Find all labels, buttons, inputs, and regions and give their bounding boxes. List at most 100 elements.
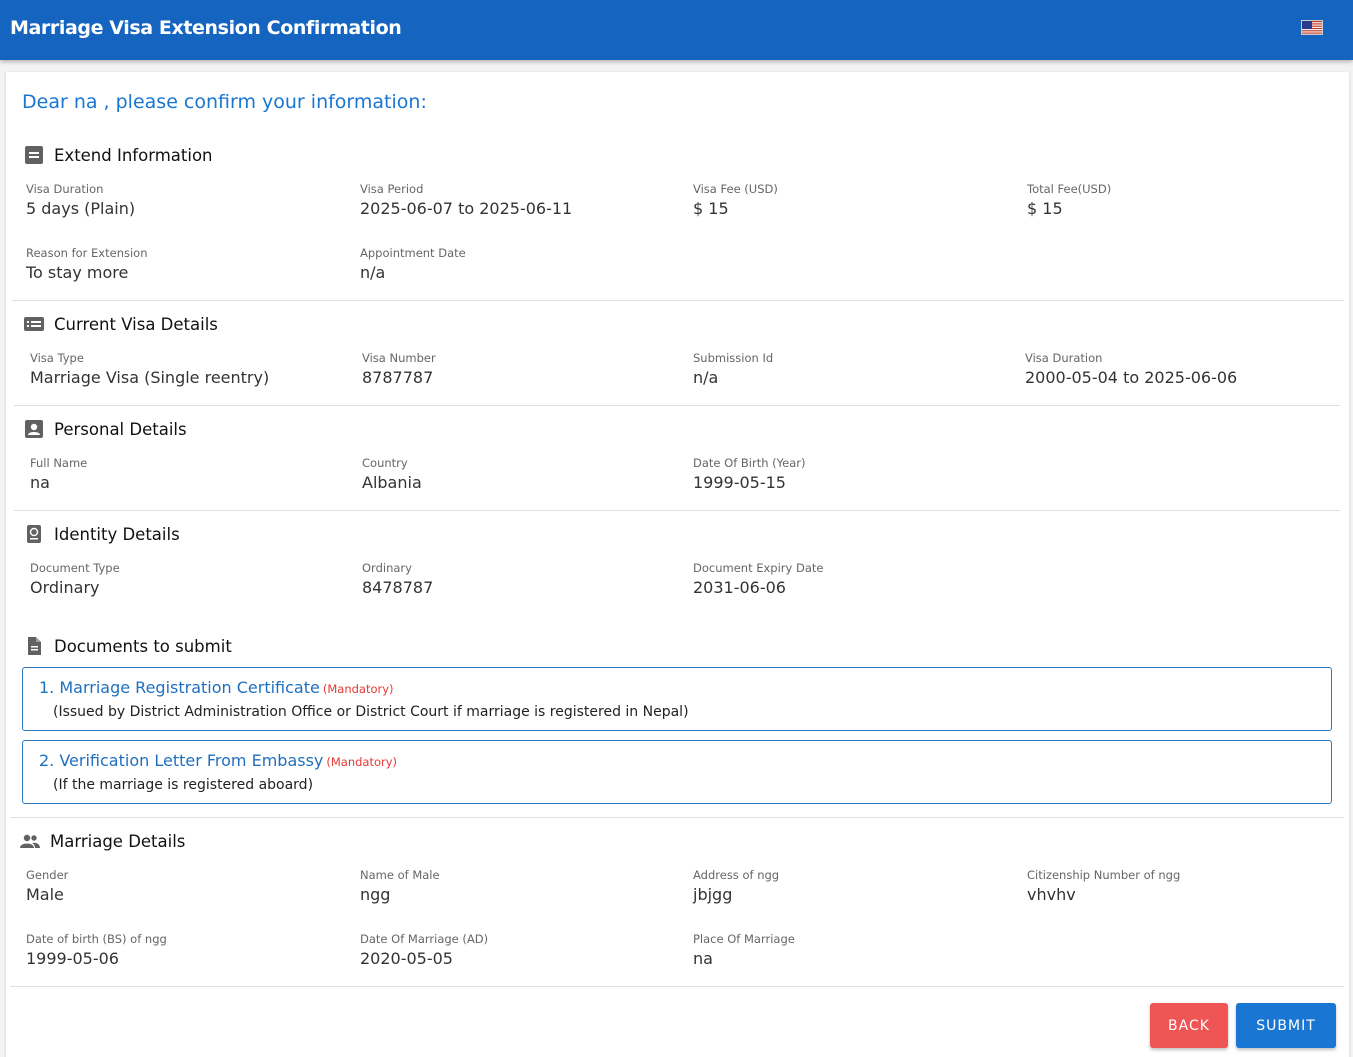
passport-icon xyxy=(24,524,44,544)
field-value: Albania xyxy=(362,473,422,492)
document-name: 1. Marriage Registration Certificate xyxy=(39,678,320,697)
submit-button[interactable]: SUBMIT xyxy=(1236,1003,1336,1048)
current-visa-duration-field: Visa Duration 2000-05-04 to 2025-06-06 xyxy=(1025,351,1237,388)
visa-duration-field: Visa Duration 5 days (Plain) xyxy=(26,182,135,219)
field-value: $ 15 xyxy=(693,199,729,218)
back-button[interactable]: BACK xyxy=(1150,1003,1228,1048)
field-value: To stay more xyxy=(26,263,129,282)
greeting-text: Dear na , please confirm your informatio… xyxy=(22,91,427,113)
field-label: Date Of Marriage (AD) xyxy=(360,932,489,946)
current-visa-header: Current Visa Details xyxy=(24,313,218,335)
document-title: 2. Verification Letter From Embassy (Mand… xyxy=(39,751,397,770)
document-expiry-field: Document Expiry Date 2031-06-06 xyxy=(693,561,823,598)
submission-id-field: Submission Id n/a xyxy=(693,351,773,388)
field-label: Date of birth (BS) of ngg xyxy=(26,932,167,946)
field-value: na xyxy=(30,473,50,492)
people-icon xyxy=(20,831,40,851)
section-title: Extend Information xyxy=(54,145,213,165)
field-label: Submission Id xyxy=(693,351,774,365)
field-label: Gender xyxy=(26,868,69,882)
mandatory-tag: (Mandatory) xyxy=(322,682,394,696)
total-fee-field: Total Fee(USD) $ 15 xyxy=(1027,182,1111,219)
extend-information-header: Extend Information xyxy=(24,144,213,166)
field-label: Visa Number xyxy=(362,351,436,365)
field-value: $ 15 xyxy=(1027,199,1063,218)
field-label: Address of ngg xyxy=(693,868,780,882)
field-label: Visa Duration xyxy=(1025,351,1103,365)
place-of-marriage-field: Place Of Marriage na xyxy=(693,932,795,969)
section-title: Identity Details xyxy=(54,524,180,544)
field-label: Reason for Extension xyxy=(26,246,148,260)
full-name-field: Full Name na xyxy=(30,456,87,493)
field-value: Male xyxy=(26,885,64,904)
document-item: 2. Verification Letter From Embassy (Mand… xyxy=(22,740,1332,804)
document-number-field: Ordinary 8478787 xyxy=(362,561,433,598)
document-type-field: Document Type Ordinary xyxy=(30,561,120,598)
field-label: Citizenship Number of ngg xyxy=(1027,868,1181,882)
mandatory-tag: (Mandatory) xyxy=(326,755,398,769)
gender-field: Gender Male xyxy=(26,868,68,905)
field-value: na xyxy=(693,949,713,968)
divider xyxy=(14,510,1340,511)
field-value: 2000-05-04 to 2025-06-06 xyxy=(1025,368,1238,387)
field-label: Document Expiry Date xyxy=(693,561,824,575)
divider xyxy=(14,405,1340,406)
field-value: Ordinary xyxy=(30,578,100,597)
field-label: Appointment Date xyxy=(360,246,466,260)
visa-type-field: Visa Type Marriage Visa (Single reentry) xyxy=(30,351,269,388)
personal-details-header: Personal Details xyxy=(24,418,187,440)
divider xyxy=(12,300,1344,301)
document-name: 2. Verification Letter From Embassy xyxy=(39,751,324,770)
person-icon xyxy=(24,419,44,439)
field-value: ngg xyxy=(360,885,391,904)
field-label: Visa Fee (USD) xyxy=(693,182,778,196)
field-value: 8787787 xyxy=(362,368,434,387)
card-icon xyxy=(24,314,44,334)
document-icon xyxy=(24,636,44,656)
field-value: 2031-06-06 xyxy=(693,578,786,597)
document-description: (Issued by District Administration Offic… xyxy=(53,704,689,720)
appointment-date-field: Appointment Date n/a xyxy=(360,246,466,283)
field-label: Visa Period xyxy=(360,182,424,196)
us-flag-icon[interactable] xyxy=(1301,20,1323,35)
field-value: 5 days (Plain) xyxy=(26,199,136,218)
field-label: Name of Male xyxy=(360,868,440,882)
notes-icon xyxy=(24,145,44,165)
document-title: 1. Marriage Registration Certificate (Man… xyxy=(39,678,394,697)
field-label: Visa Duration xyxy=(26,182,104,196)
section-title: Documents to submit xyxy=(54,636,232,656)
section-title: Current Visa Details xyxy=(54,314,218,334)
field-label: Full Name xyxy=(30,456,88,470)
citizenship-number-field: Citizenship Number of ngg vhvhv xyxy=(1027,868,1180,905)
field-label: Ordinary xyxy=(362,561,412,575)
visa-fee-field: Visa Fee (USD) $ 15 xyxy=(693,182,778,219)
field-value: 1999-05-06 xyxy=(26,949,119,968)
documents-header: Documents to submit xyxy=(24,635,232,657)
field-label: Total Fee(USD) xyxy=(1027,182,1112,196)
section-title: Personal Details xyxy=(54,419,187,439)
marriage-details-header: Marriage Details xyxy=(20,830,185,852)
field-value: 2025-06-07 to 2025-06-11 xyxy=(360,199,573,218)
country-field: Country Albania xyxy=(362,456,422,493)
app-header: Marriage Visa Extension Confirmation xyxy=(0,0,1353,60)
reason-field: Reason for Extension To stay more xyxy=(26,246,148,283)
field-value: 1999-05-15 xyxy=(693,473,786,492)
name-of-male-field: Name of Male ngg xyxy=(360,868,440,905)
document-description: (If the marriage is registered aboard) xyxy=(53,777,314,793)
field-label: Place Of Marriage xyxy=(693,932,795,946)
identity-details-header: Identity Details xyxy=(24,523,180,545)
date-of-birth-bs-field: Date of birth (BS) of ngg 1999-05-06 xyxy=(26,932,167,969)
date-of-birth-field: Date Of Birth (Year) 1999-05-15 xyxy=(693,456,805,493)
field-label: Country xyxy=(362,456,408,470)
field-value: 2020-05-05 xyxy=(360,949,453,968)
section-title: Marriage Details xyxy=(50,831,186,851)
field-value: n/a xyxy=(693,368,719,387)
page-title: Marriage Visa Extension Confirmation xyxy=(10,17,402,39)
divider xyxy=(10,817,1344,818)
field-label: Visa Type xyxy=(30,351,84,365)
address-field: Address of ngg jbjgg xyxy=(693,868,779,905)
field-value: 8478787 xyxy=(362,578,434,597)
document-item: 1. Marriage Registration Certificate (Man… xyxy=(22,667,1332,731)
divider xyxy=(10,986,1344,987)
field-value: jbjgg xyxy=(693,885,733,904)
